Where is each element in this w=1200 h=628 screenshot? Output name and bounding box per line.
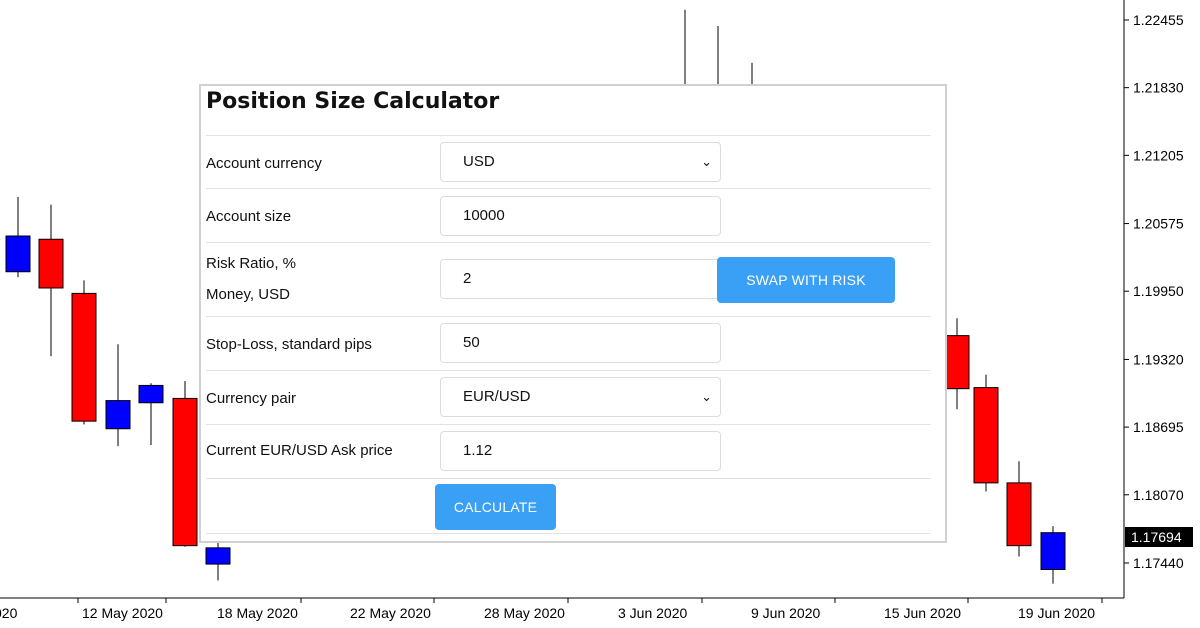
price-tick-label: 1.19950 <box>1133 283 1184 299</box>
row-risk-ratio: Risk Ratio, % Money, USD 2 SWAP WITH RIS… <box>206 242 931 317</box>
ask-price-value: 1.12 <box>463 442 493 459</box>
label-stop-loss: Stop-Loss, standard pips <box>206 336 372 353</box>
account-size-value: 10000 <box>463 207 505 224</box>
row-currency-pair: Currency pair EUR/USD ⌄ <box>206 370 931 425</box>
time-tick-label: 19 Jun 2020 <box>1018 605 1095 621</box>
price-tick-label: 1.17440 <box>1133 555 1184 571</box>
calculator-title: Position Size Calculator <box>206 89 500 114</box>
label-money-usd: Money, USD <box>206 286 290 303</box>
currency-pair-select[interactable]: EUR/USD ⌄ <box>440 377 721 417</box>
chevron-down-icon: ⌄ <box>701 389 712 404</box>
account-currency-value: USD <box>463 153 495 170</box>
price-tick-label: 1.22455 <box>1133 12 1184 28</box>
ask-price-input[interactable]: 1.12 <box>440 431 721 471</box>
row-ask-price: Current EUR/USD Ask price 1.12 <box>206 424 931 479</box>
account-size-input[interactable]: 10000 <box>440 196 721 236</box>
candle-body-down <box>973 387 999 484</box>
chevron-down-icon: ⌄ <box>701 154 712 169</box>
stop-loss-value: 50 <box>463 334 480 351</box>
row-stop-loss: Stop-Loss, standard pips 50 <box>206 316 931 371</box>
time-tick-label: 3 Jun 2020 <box>618 605 687 621</box>
candle-body-down <box>71 292 97 422</box>
label-currency-pair: Currency pair <box>206 390 297 407</box>
candle-body-up <box>5 235 31 273</box>
price-tick-label: 1.19320 <box>1133 351 1184 367</box>
label-account-size: Account size <box>206 208 292 225</box>
time-tick-label: 020 <box>0 605 18 621</box>
price-tick-label: 1.20575 <box>1133 216 1184 232</box>
label-ask-price: Current EUR/USD Ask price <box>206 442 393 459</box>
account-currency-select[interactable]: USD ⌄ <box>440 142 721 182</box>
currency-pair-value: EUR/USD <box>463 388 531 405</box>
price-tick-label: 1.18695 <box>1133 419 1184 435</box>
time-tick-label: 12 May 2020 <box>82 605 163 621</box>
current-price-label: 1.17694 <box>1131 529 1182 545</box>
price-tick-label: 1.21205 <box>1133 147 1184 163</box>
time-axis-labels: 020 12 May 2020 18 May 2020 22 May 2020 28 M… <box>0 598 1103 621</box>
calculate-button[interactable]: CALCULATE <box>435 484 556 530</box>
label-account-currency: Account currency <box>206 155 322 172</box>
candle-body-down <box>944 335 970 390</box>
time-tick-label: 22 May 2020 <box>350 605 431 621</box>
candle-body-down <box>172 397 198 547</box>
position-size-calculator: Position Size Calculator Account currenc… <box>199 84 947 543</box>
row-account-size: Account size 10000 <box>206 188 931 243</box>
candle-body-up <box>205 547 231 565</box>
time-tick-label: 9 Jun 2020 <box>751 605 820 621</box>
risk-ratio-input[interactable]: 2 <box>440 259 721 299</box>
row-calculate: CALCULATE <box>206 478 931 534</box>
candle-body-down <box>1006 482 1032 547</box>
row-account-currency: Account currency USD ⌄ <box>206 135 931 189</box>
candle-body-up <box>1040 532 1066 570</box>
candle-body-down <box>38 238 64 289</box>
time-tick-label: 15 Jun 2020 <box>884 605 961 621</box>
candle-body-up <box>105 400 131 430</box>
price-tick-label: 1.18070 <box>1133 487 1184 503</box>
time-tick-label: 18 May 2020 <box>217 605 298 621</box>
candle-body-up <box>138 384 164 404</box>
risk-ratio-value: 2 <box>463 270 472 287</box>
price-tick-label: 1.21830 <box>1133 80 1184 96</box>
label-risk-ratio: Risk Ratio, % <box>206 255 297 272</box>
time-tick-label: 28 May 2020 <box>484 605 565 621</box>
price-axis-labels: 1.22455 1.21830 1.21205 1.20575 1.19950 1.193… <box>1124 12 1184 571</box>
stop-loss-input[interactable]: 50 <box>440 323 721 363</box>
calculator-bottom-divider <box>206 533 931 534</box>
swap-with-risk-button[interactable]: SWAP WITH RISK <box>717 257 895 303</box>
